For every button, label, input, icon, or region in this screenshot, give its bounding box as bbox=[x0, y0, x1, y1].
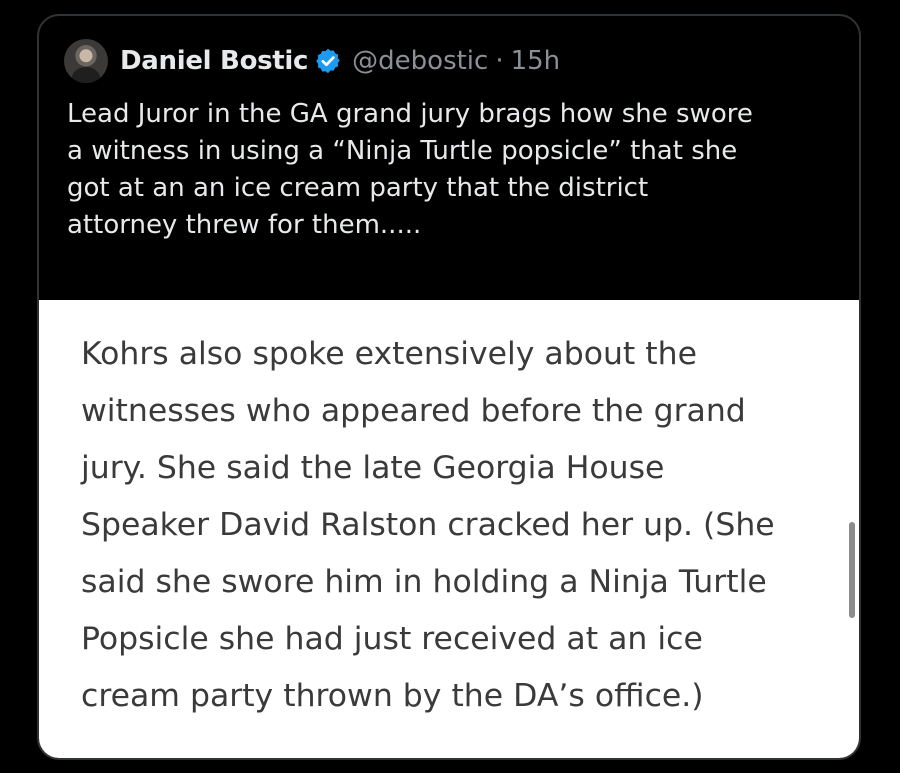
media-scrollbar[interactable] bbox=[849, 522, 855, 618]
media-article-text: Kohrs also spoke extensively about the w… bbox=[81, 336, 775, 714]
post-card[interactable]: Daniel Bostic @debostic · 15h Lead Juror… bbox=[37, 14, 861, 760]
post-timestamp[interactable]: 15h bbox=[511, 46, 561, 76]
verified-badge-icon bbox=[316, 48, 340, 74]
post-text: Lead Juror in the GA grand jury brags ho… bbox=[67, 99, 753, 240]
post-media-image[interactable]: Kohrs also spoke extensively about the w… bbox=[39, 300, 859, 758]
author-name[interactable]: Daniel Bostic bbox=[120, 46, 308, 76]
meta-separator: · bbox=[495, 46, 504, 76]
post-header: Daniel Bostic @debostic · 15h bbox=[64, 38, 560, 84]
author-handle[interactable]: @debostic bbox=[352, 46, 488, 76]
avatar[interactable] bbox=[64, 39, 108, 83]
